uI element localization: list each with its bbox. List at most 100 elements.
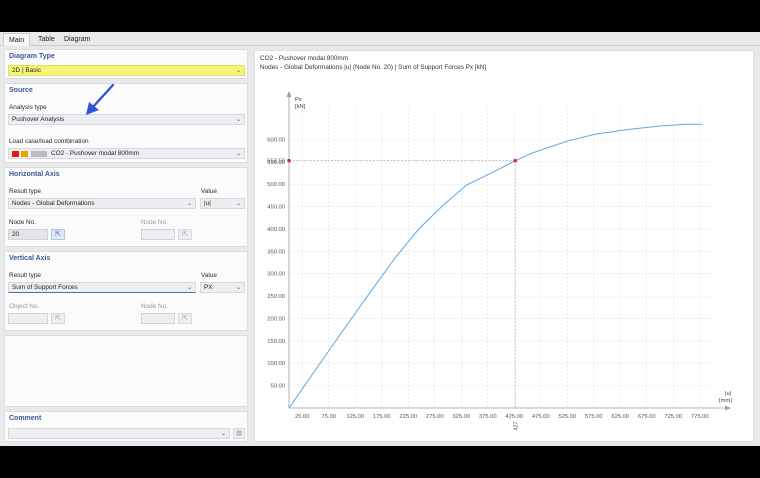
tab-bar: Main Table Diagram xyxy=(0,32,760,46)
horizontal-axis-title: Horizontal Axis xyxy=(9,171,60,178)
color-swatch-icon xyxy=(31,151,47,157)
x-axis-label: |u| xyxy=(725,391,731,397)
x-tick-label: 225.00 xyxy=(399,414,417,420)
color-swatch-icon xyxy=(21,151,28,157)
y-tick-label: 400.00 xyxy=(267,227,285,233)
tab-table[interactable]: Table xyxy=(33,33,60,46)
diagram-type-value: 2D | Basic xyxy=(12,67,42,74)
vertical-axis-title: Vertical Axis xyxy=(9,255,51,262)
x-tick-label: 575.00 xyxy=(585,414,603,420)
chevron-down-icon: ⌄ xyxy=(235,201,241,207)
x-tick-label: 75.00 xyxy=(321,414,336,420)
chevron-down-icon: ⌄ xyxy=(186,201,192,207)
color-swatch-icon xyxy=(12,151,19,157)
chevron-down-icon: ⌄ xyxy=(220,431,226,437)
h-result-type-select[interactable]: Nodes - Global Deformations ⌄ xyxy=(8,198,196,209)
v-object-no-input xyxy=(8,313,48,324)
diagram-dialog: Main Table Diagram Diagram Type 2D | Bas… xyxy=(0,32,760,446)
y-tick-label: 450.00 xyxy=(267,205,285,211)
load-case-label: Load case/load combination xyxy=(9,138,89,145)
v-value-value: PX xyxy=(204,284,213,291)
x-tick-label: 125.00 xyxy=(346,414,364,420)
pick-node-icon: ⇱ xyxy=(178,313,192,324)
y-tick-label: 350.00 xyxy=(267,249,285,255)
v-object-no-label: Object No. xyxy=(9,303,40,310)
diagram-type-title: Diagram Type xyxy=(9,53,55,60)
y-axis-arrow-icon xyxy=(286,91,292,97)
x-axis-unit: [mm] xyxy=(719,398,732,404)
x-tick-label: 175.00 xyxy=(373,414,391,420)
pick-node-icon: ⇱ xyxy=(178,229,192,240)
y-axis-label: Px xyxy=(295,97,302,103)
h-node-no-input[interactable]: 20 xyxy=(8,229,48,240)
horizontal-axis-panel: Horizontal Axis Result type Value Nodes … xyxy=(4,167,248,247)
v-value-select[interactable]: PX ⌄ xyxy=(200,282,245,293)
chevron-down-icon: ⌄ xyxy=(235,68,241,74)
chevron-down-icon: ⌄ xyxy=(235,285,241,291)
chevron-down-icon: ⌄ xyxy=(186,285,192,291)
source-title: Source xyxy=(9,87,33,94)
x-tick-label: 675.00 xyxy=(638,414,656,420)
chevron-down-icon: ⌄ xyxy=(235,117,241,123)
diagram-type-panel: Diagram Type 2D | Basic ⌄ xyxy=(4,49,248,79)
comment-edit-icon[interactable]: ▦ xyxy=(233,428,245,439)
comment-title: Comment xyxy=(9,415,42,422)
y-marker-point xyxy=(287,158,291,163)
source-panel: Source Analysis type Pushover Analysis ⌄… xyxy=(4,83,248,163)
vertical-axis-panel: Vertical Axis Result type Value Sum of S… xyxy=(4,251,248,331)
comment-select[interactable]: ⌄ xyxy=(8,428,230,439)
x-tick-label: 425.00 xyxy=(505,414,523,420)
x-tick-label: 725.00 xyxy=(664,414,682,420)
y-marker-label: 552.50 xyxy=(267,159,285,165)
pushover-curve xyxy=(288,123,703,409)
y-tick-label: 600.00 xyxy=(267,137,285,143)
curve-marker-point xyxy=(513,158,518,163)
empty-panel xyxy=(4,335,248,407)
x-tick-label: 475.00 xyxy=(532,414,550,420)
h-value-value: |u| xyxy=(204,200,211,207)
chart-panel: CO2 - Pushover modal 800mm Nodes - Globa… xyxy=(254,50,754,442)
y-tick-label: 100.00 xyxy=(267,361,285,367)
v-node-no-label: Node No. xyxy=(141,303,168,310)
h-node-no2-input xyxy=(141,229,175,240)
chevron-down-icon: ⌄ xyxy=(235,151,241,157)
analysis-type-value: Pushover Analysis xyxy=(12,116,65,123)
annotation-arrow-icon xyxy=(86,83,115,115)
x-tick-label: 525.00 xyxy=(558,414,576,420)
h-value-select[interactable]: |u| ⌄ xyxy=(200,198,245,209)
pushover-chart[interactable]: 25.00 75.00 125.00 175.00 225.00 275.00 325.00… xyxy=(255,51,755,443)
x-axis-arrow-icon xyxy=(725,405,731,411)
x-tick-label: 325.00 xyxy=(452,414,470,420)
diagram-type-select[interactable]: 2D | Basic ⌄ xyxy=(8,65,245,76)
h-node-no-label: Node No. xyxy=(9,219,36,226)
tab-diagram[interactable]: Diagram xyxy=(59,33,95,46)
pick-object-icon: ⇱ xyxy=(51,313,65,324)
x-tick-label: 25.00 xyxy=(295,414,310,420)
y-tick-label: 500.00 xyxy=(267,182,285,188)
y-tick-label: 250.00 xyxy=(267,294,285,300)
x-tick-label: 375.00 xyxy=(479,414,497,420)
analysis-type-select[interactable]: Pushover Analysis ⌄ xyxy=(8,114,245,125)
analysis-type-label: Analysis type xyxy=(9,104,47,111)
y-tick-label: 200.00 xyxy=(267,316,285,322)
y-tick-label: 150.00 xyxy=(267,339,285,345)
v-result-type-select[interactable]: Sum of Support Forces ⌄ xyxy=(8,282,196,293)
h-result-type-label: Result type xyxy=(9,188,41,195)
x-tick-label: 775.00 xyxy=(691,414,709,420)
x-tick-label: 275.00 xyxy=(426,414,444,420)
v-result-type-label: Result type xyxy=(9,272,41,279)
tab-main[interactable]: Main xyxy=(3,33,31,46)
load-case-value: CO2 - Pushover modal 800mm xyxy=(51,150,140,157)
pick-node-icon[interactable]: ⇱ xyxy=(51,229,65,240)
y-axis-unit: [kN] xyxy=(295,104,306,110)
comment-panel: Comment ⌄ ▦ xyxy=(4,411,248,442)
h-value-label: Value xyxy=(201,188,217,195)
v-node-no-input xyxy=(141,313,175,324)
x-marker-label: 427 xyxy=(513,422,519,431)
h-node-no2-label: Node No. xyxy=(141,219,168,226)
load-case-select[interactable]: CO2 - Pushover modal 800mm ⌄ xyxy=(8,148,245,159)
v-value-label: Value xyxy=(201,272,217,279)
y-tick-label: 300.00 xyxy=(267,272,285,278)
y-tick-label: 50.00 xyxy=(270,384,285,390)
h-result-type-value: Nodes - Global Deformations xyxy=(12,200,95,207)
